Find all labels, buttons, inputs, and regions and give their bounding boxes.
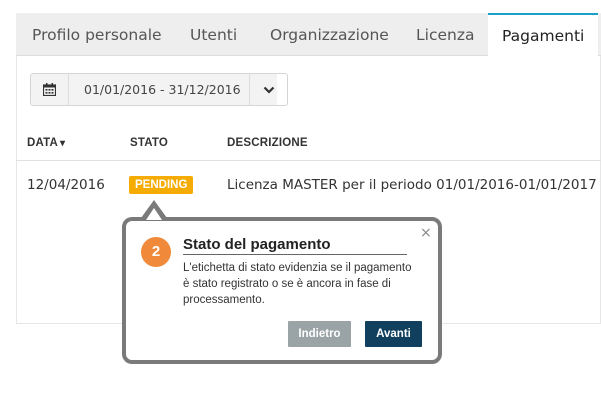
column-header-data[interactable]: DATA ▾ (27, 137, 65, 149)
column-header-data-label: DATA (27, 137, 59, 149)
row-description: Licenza MASTER per il periodo 01/01/2016… (227, 177, 597, 193)
tour-back-button[interactable]: Indietro (288, 321, 351, 347)
chevron-down-icon (263, 86, 274, 94)
table-header-divider (16, 160, 601, 161)
column-header-descrizione: DESCRIZIONE (227, 137, 308, 149)
tour-step-number: 2 (141, 237, 171, 267)
tab-organizzazione[interactable]: Organizzazione (270, 13, 389, 56)
date-range-dropdown-button[interactable] (249, 74, 287, 105)
sort-desc-icon: ▾ (60, 138, 66, 149)
row-date: 12/04/2016 (27, 177, 105, 193)
close-icon[interactable]: × (420, 225, 432, 241)
tab-utenti[interactable]: Utenti (190, 13, 237, 56)
status-badge: PENDING (129, 176, 194, 194)
tab-licenza[interactable]: Licenza (416, 13, 474, 56)
tab-bar: Profilo personale Utenti Organizzazione … (16, 13, 601, 57)
date-range-value[interactable]: 01/01/2016 - 31/12/2016 (69, 74, 277, 105)
calendar-button[interactable] (31, 74, 69, 105)
tab-pagamenti[interactable]: Pagamenti (488, 13, 599, 57)
tour-next-button[interactable]: Avanti (365, 321, 422, 347)
tour-body-text: L'etichetta di stato evidenzia se il pag… (183, 262, 412, 306)
tour-popover-pointer-inner (146, 208, 162, 220)
tour-title: Stato del pagamento (183, 236, 407, 255)
column-header-stato: STATO (130, 137, 169, 149)
calendar-icon (43, 83, 56, 96)
tab-profilo-personale[interactable]: Profilo personale (32, 13, 162, 56)
date-range-picker[interactable]: 01/01/2016 - 31/12/2016 (30, 73, 288, 106)
